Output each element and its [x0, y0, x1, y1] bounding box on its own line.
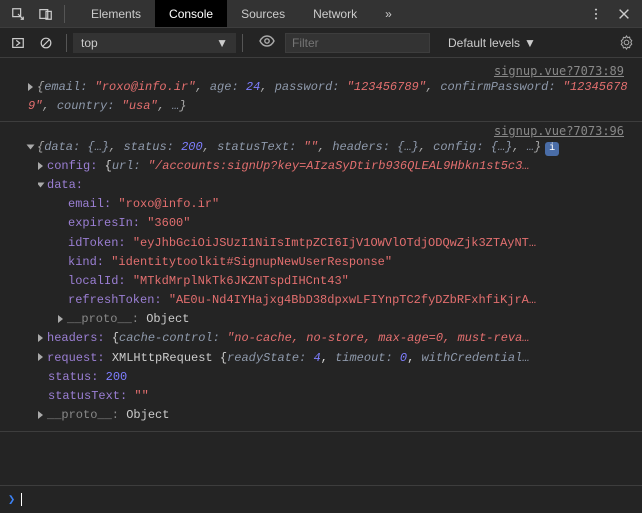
- object-property[interactable]: request: XMLHttpRequest {readyState: 4, …: [38, 349, 634, 368]
- object-property: idToken: "eyJhbGciOiJSUzI1NiIsImtpZCI6Ij…: [58, 234, 634, 253]
- console-output: signup.vue?7073:89 {email: "roxo@info.ir…: [0, 58, 642, 485]
- tab-overflow[interactable]: »: [371, 0, 406, 27]
- info-icon[interactable]: i: [545, 142, 559, 156]
- console-input[interactable]: [22, 493, 634, 507]
- expand-arrow-icon[interactable]: [58, 315, 63, 323]
- main-toolbar: Elements Console Sources Network »: [0, 0, 642, 28]
- live-expression-icon[interactable]: [259, 33, 275, 52]
- prompt-caret-icon: ❯: [8, 492, 15, 507]
- toggle-sidebar-icon[interactable]: [4, 29, 32, 57]
- kebab-menu-icon[interactable]: [582, 0, 610, 28]
- clear-console-icon[interactable]: [32, 29, 60, 57]
- log-entry: signup.vue?7073:89 {email: "roxo@info.ir…: [0, 62, 642, 122]
- collapse-arrow-icon[interactable]: [38, 182, 45, 187]
- object-property: status: 200: [38, 368, 634, 387]
- object-summary[interactable]: {data: {…}, status: 200, statusText: "",…: [8, 138, 634, 157]
- chevron-down-icon: ▼: [216, 36, 228, 50]
- console-toolbar: top ▼ Default levels ▼: [0, 28, 642, 58]
- tab-network[interactable]: Network: [299, 0, 371, 27]
- object-property: statusText: "": [38, 387, 634, 406]
- object-property[interactable]: data:: [38, 176, 634, 195]
- object-property: expiresIn: "3600": [58, 214, 634, 233]
- tab-console[interactable]: Console: [155, 0, 227, 27]
- expand-arrow-icon[interactable]: [38, 353, 43, 361]
- object-property: refreshToken: "AE0u-Nd4IYHajxg4BbD38dpxw…: [58, 291, 634, 310]
- tab-sources[interactable]: Sources: [227, 0, 299, 27]
- object-property[interactable]: headers: {cache-control: "no-cache, no-s…: [38, 329, 634, 348]
- object-property[interactable]: config: {url: "/accounts:signUp?key=AIza…: [38, 157, 634, 176]
- inspect-element-icon[interactable]: [4, 0, 32, 28]
- object-property: localId: "MTkdMrplNkTk6JKZNTspdIHCnt43": [58, 272, 634, 291]
- source-link[interactable]: signup.vue?7073:89: [8, 64, 634, 78]
- object-property[interactable]: __proto__: Object: [58, 310, 634, 329]
- chevron-down-icon: ▼: [524, 36, 536, 50]
- expand-arrow-icon[interactable]: [38, 162, 43, 170]
- expand-arrow-icon[interactable]: [38, 411, 43, 419]
- console-settings-icon[interactable]: [614, 35, 638, 50]
- log-level-selector[interactable]: Default levels ▼: [440, 36, 544, 50]
- panel-tabs: Elements Console Sources Network »: [77, 0, 406, 27]
- object-property[interactable]: __proto__: Object: [38, 406, 634, 425]
- collapse-arrow-icon[interactable]: [27, 145, 35, 150]
- console-prompt[interactable]: ❯: [0, 485, 642, 513]
- expand-arrow-icon[interactable]: [28, 83, 33, 91]
- source-link[interactable]: signup.vue?7073:96: [8, 124, 634, 138]
- context-label: top: [81, 36, 98, 50]
- object-property: email: "roxo@info.ir": [58, 195, 634, 214]
- tab-elements[interactable]: Elements: [77, 0, 155, 27]
- level-label: Default levels: [448, 36, 520, 50]
- filter-input[interactable]: [285, 33, 430, 53]
- object-property: kind: "identitytoolkit#SignupNewUserResp…: [58, 253, 634, 272]
- context-selector[interactable]: top ▼: [73, 33, 236, 53]
- object-summary[interactable]: {email: "roxo@info.ir", age: 24, passwor…: [8, 78, 634, 115]
- expand-arrow-icon[interactable]: [38, 334, 43, 342]
- close-icon[interactable]: [610, 0, 638, 28]
- log-entry: signup.vue?7073:96 {data: {…}, status: 2…: [0, 122, 642, 432]
- device-toolbar-icon[interactable]: [32, 0, 60, 28]
